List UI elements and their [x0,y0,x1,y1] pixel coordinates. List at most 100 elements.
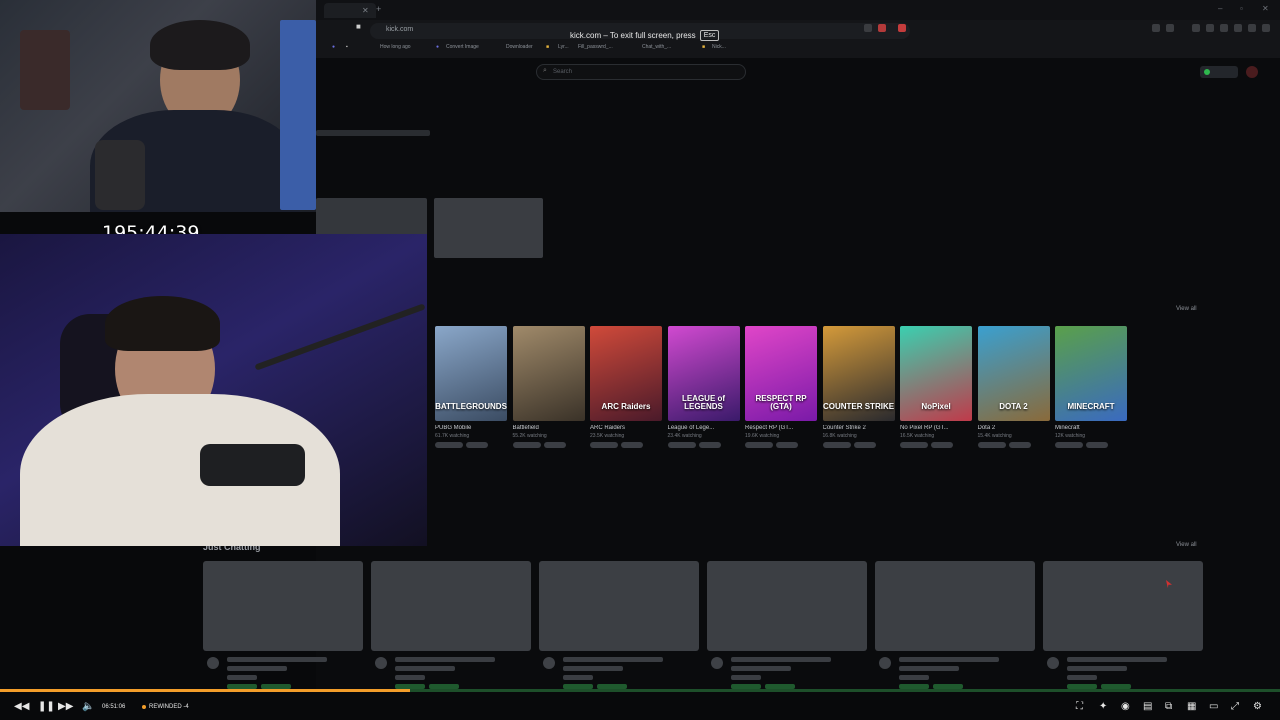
volume-icon[interactable]: 🔈 [82,701,94,712]
toolbar-icon[interactable] [1152,24,1160,32]
tag[interactable] [435,442,463,448]
stream-meta [371,651,531,691]
toolbar-icon[interactable] [1234,24,1242,32]
tag[interactable] [512,442,541,448]
toolbar-icon[interactable] [1192,24,1200,32]
layout-icon[interactable]: ▦ [1187,701,1196,712]
tag[interactable] [466,442,488,448]
category-card[interactable]: RESPECT RP (GTA) Respect RP (GT... 19.6K w… [745,326,817,448]
category-art-text: NoPixel [921,402,951,411]
avatar [1047,657,1059,669]
stream-card[interactable] [371,561,531,691]
tag[interactable] [931,442,953,448]
theater-icon[interactable]: ▭ [1209,701,1218,712]
stream-card[interactable] [539,561,699,691]
category-card[interactable]: Battlefield 55.2K watching [512,326,585,448]
stream-card[interactable] [875,561,1035,691]
skeleton-line [731,657,831,662]
bookmark-item[interactable]: Convert Image [446,44,479,50]
record-icon[interactable]: ◉ [1121,701,1130,712]
tag[interactable] [1008,442,1031,448]
tag[interactable] [776,442,798,448]
toolbar-icon[interactable] [1220,24,1228,32]
category-art-text: ARC Raiders [601,402,651,411]
sparkle-icon[interactable]: ✦ [1099,701,1107,712]
category-card[interactable]: LEAGUE of LEGENDS League of Lege... 23.4K … [667,326,740,448]
webcam-bottom [0,234,427,546]
category-thumbnail: COUNTER STRIKE [822,326,895,421]
category-card[interactable]: BATTLEGROUNDS PUBG Mobile 61.7K watching [435,326,507,448]
view-all-link[interactable]: View all [1176,306,1197,312]
menu-icon[interactable] [1262,24,1270,32]
stream-screen: ✕ + – ▫ ✕ ■ kick.com ● ▪ How long ago ● … [0,0,1280,720]
extension-icon[interactable] [878,24,886,32]
rewind-icon[interactable]: ◀◀ [14,701,29,712]
bookmark-icon[interactable]: ● [332,44,335,50]
popout-icon[interactable]: ⧉ [1165,701,1172,712]
tag[interactable] [745,442,773,448]
chat-icon[interactable]: ▤ [1143,701,1152,712]
stream-card[interactable] [707,561,867,691]
category-viewers: 23.5K watching [590,433,625,439]
tag[interactable] [543,442,566,448]
share-icon[interactable] [864,24,872,32]
maximize-icon[interactable]: ▫ [1240,4,1243,13]
forward-icon[interactable]: ▶▶ [58,701,73,712]
tag[interactable] [853,442,876,448]
stream-card[interactable] [1043,561,1203,691]
tag[interactable] [1055,442,1083,448]
bookmark-item[interactable]: Nick... [712,44,726,50]
category-name: League of Lege... [667,425,715,431]
tag[interactable] [698,442,721,448]
microphone [95,140,145,210]
reload-icon[interactable]: ■ [356,22,361,31]
bookmark-item[interactable]: Lyr... [558,44,569,50]
playback-time: 06:51:06 [102,704,126,710]
stream-card[interactable] [203,561,363,691]
esc-key: Esc [699,29,720,41]
skeleton-line [1067,675,1097,680]
category-tags [590,442,662,448]
category-card[interactable]: COUNTER STRIKE Counter Strike 2 16.8K watc… [822,326,895,448]
category-viewers: 19.6K watching [745,433,780,439]
tag[interactable] [590,442,618,448]
pause-icon[interactable]: ❚❚ [38,701,55,712]
bookmark-item[interactable]: Fill_passwrd_... [578,44,613,50]
view-all-link[interactable]: View all [1176,542,1197,548]
bookmark-icon[interactable]: ▪ [346,44,348,50]
tag[interactable] [667,442,696,448]
minimize-icon[interactable]: – [1218,4,1222,13]
bookmark-item[interactable]: How long ago [380,44,411,50]
tag[interactable] [900,442,928,448]
tag[interactable] [822,442,851,448]
new-tab-icon[interactable]: + [376,4,381,14]
category-card[interactable]: MINECRAFT Minecraft 12K watching [1055,326,1127,448]
progress-fill [0,689,410,692]
progress-bar[interactable] [0,689,1280,692]
category-card[interactable]: DOTA 2 Dota 2 15.4K watching [977,326,1050,448]
browser-chrome: ✕ + – ▫ ✕ ■ kick.com ● ▪ How long ago ● … [316,0,1280,58]
category-art-text: RESPECT RP (GTA) [755,394,807,411]
bookmark-item[interactable]: Chat_with_... [642,44,671,50]
tab-close-icon[interactable]: ✕ [362,6,369,15]
toolbar-icon[interactable] [1248,24,1256,32]
bookmark-item[interactable]: Downloader [506,44,533,50]
clip-icon[interactable]: ⛶ [1076,701,1083,712]
category-viewers: 61.7K watching [435,433,470,439]
tag[interactable] [1086,442,1108,448]
category-card[interactable]: ARC Raiders ARC Raiders 23.5K watching [590,326,662,448]
avatar[interactable] [1246,66,1258,78]
extension-icon[interactable] [898,24,906,32]
mic-arm [254,303,426,371]
toolbar-icon[interactable] [1166,24,1174,32]
settings-gear-icon[interactable]: ⚙ [1253,701,1262,712]
category-name: Dota 2 [977,425,996,431]
toolbar-icon[interactable] [1206,24,1214,32]
search-input[interactable]: ⌕ Search [536,64,746,80]
window-close-icon[interactable]: ✕ [1262,4,1269,13]
login-button[interactable] [1200,66,1238,78]
tag[interactable] [977,442,1006,448]
category-card[interactable]: NoPixel No Pixel RP (GT... 16.5K watching [900,326,972,448]
tag[interactable] [621,442,643,448]
fullscreen-icon[interactable]: ⤢ [1231,701,1239,712]
